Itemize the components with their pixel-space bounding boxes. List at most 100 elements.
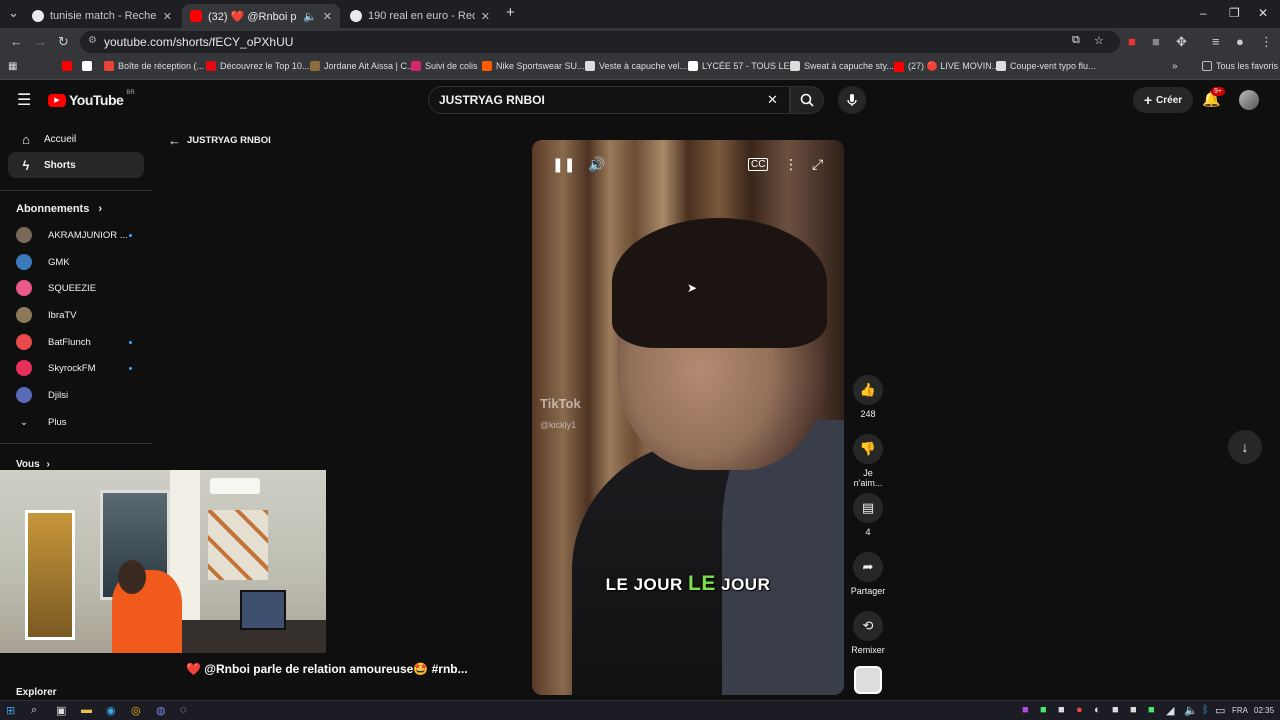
search-button[interactable]	[790, 86, 824, 114]
volume-icon[interactable]: 🔊	[588, 156, 605, 173]
remix-button[interactable]: ⟲ Remixer	[848, 611, 888, 655]
keyboard-icon[interactable]: ▭	[1215, 704, 1225, 717]
tray-icon[interactable]: ●	[1076, 704, 1083, 716]
tray-icon[interactable]: ■	[1040, 704, 1047, 716]
create-button[interactable]: + Créer	[1133, 87, 1193, 113]
more-bookmarks-icon[interactable]: »	[1172, 61, 1178, 72]
tab-1[interactable]: tunisie match - Recherche Goo ✕	[24, 4, 180, 28]
short-title[interactable]: ❤️ @Rnboi parle de relation amoureuse🤩 #…	[186, 662, 468, 676]
address-bar[interactable]: ⚙ youtube.com/shorts/fECY_oPXhUU ⧉ ☆	[80, 31, 1120, 53]
captions-icon[interactable]: CC	[748, 158, 769, 171]
bookmark[interactable]: Boîte de réception (...	[104, 61, 204, 71]
google-favicon-icon	[32, 10, 44, 22]
bookmark[interactable]: Sweat à capuche sty...	[790, 61, 894, 71]
tray-icon[interactable]: ■	[1112, 704, 1119, 716]
tab-search-icon[interactable]: ⌄	[8, 5, 19, 21]
back-to-results[interactable]: ← JUSTRYAG RNBOI	[168, 133, 271, 148]
voice-search-button[interactable]	[838, 86, 866, 114]
network-icon[interactable]: ◢	[1166, 704, 1174, 717]
shorts-video-player[interactable]: ❚❚ 🔊 CC ⋮ ⤢ TikTok @kickly1 LE JOUR LE J…	[532, 140, 844, 695]
chrome-icon[interactable]: ◎	[131, 704, 141, 717]
tab-3[interactable]: 190 real en euro - Recherche G ✕	[342, 4, 498, 28]
extension-icon[interactable]: ■	[1152, 34, 1160, 49]
tray-icon[interactable]: ■	[1022, 704, 1029, 716]
all-bookmarks-folder[interactable]: Tous les favoris	[1202, 61, 1278, 71]
tray-icon[interactable]: ■	[1130, 704, 1137, 716]
discord-icon[interactable]: ◍	[156, 704, 166, 717]
notifications-button[interactable]: 🔔 9+	[1202, 87, 1225, 108]
bookmark[interactable]: LYCÉE 57 - TOUS LE...	[688, 61, 797, 71]
sidebar-item-shorts[interactable]: ϟ Shorts	[8, 152, 144, 178]
edge-icon[interactable]: ◉	[106, 704, 116, 717]
more-options-icon[interactable]: ⋮	[784, 156, 798, 173]
subscription-item[interactable]: AKRAMJUNIOR ...	[16, 225, 136, 245]
comments-button[interactable]: ▤ 4	[848, 493, 888, 537]
bluetooth-icon[interactable]: ᛒ	[1202, 704, 1209, 716]
tray-icon[interactable]: ■	[1148, 704, 1155, 716]
bookmark[interactable]	[62, 61, 72, 71]
bookmark[interactable]: Veste à capuche vel...	[585, 61, 687, 71]
restore-icon[interactable]: ❐	[1229, 6, 1240, 20]
subscriptions-heading[interactable]: Abonnements ›	[16, 203, 102, 215]
forward-icon[interactable]: →	[34, 34, 47, 49]
subscription-item[interactable]: Djilsi	[16, 385, 136, 405]
like-button[interactable]: 👍 248	[848, 375, 888, 419]
profile-avatar[interactable]: ●	[1236, 34, 1244, 49]
bookmark[interactable]: (27) 🔴 LIVE MOVIN...	[894, 61, 999, 72]
tray-icon[interactable]: ◐	[1094, 704, 1101, 716]
channel-avatar[interactable]	[854, 666, 882, 694]
bookmark[interactable]: Coupe-vent typo flu...	[996, 61, 1096, 71]
close-window-icon[interactable]: ✕	[1258, 6, 1268, 20]
language-indicator[interactable]: FRA	[1232, 706, 1248, 715]
youtube-logo[interactable]: ▶ YouTube BR	[48, 90, 135, 108]
bookmark-star-icon[interactable]: ☆	[1094, 34, 1104, 47]
caption-highlight: LE	[688, 572, 716, 595]
bookmark[interactable]: Nike Sportswear SU...	[482, 61, 585, 71]
file-explorer-icon[interactable]: ▬	[81, 704, 92, 716]
close-tab-icon[interactable]: ✕	[163, 10, 172, 23]
extensions-puzzle-icon[interactable]: ✥	[1176, 34, 1187, 50]
bookmark[interactable]	[82, 61, 92, 71]
site-info-icon[interactable]: ⚙	[88, 35, 97, 46]
speaker-icon[interactable]: 🔈	[1184, 704, 1198, 717]
apps-icon[interactable]: ▦	[8, 61, 17, 72]
app-icon[interactable]: ◌	[180, 704, 187, 716]
tab-2[interactable]: (32) ❤️ @Rnboi parle de re 🔈 ✕	[182, 4, 340, 28]
dislike-button[interactable]: 👎 Je n'aim...	[848, 434, 888, 488]
back-icon[interactable]: ←	[10, 34, 23, 49]
sidebar-item-accueil[interactable]: ⌂ Accueil	[8, 126, 144, 152]
bookmark[interactable]: Suivi de colis	[411, 61, 478, 71]
new-tab-icon[interactable]: +	[506, 4, 515, 21]
search-input[interactable]: JUSTRYAG RNBOI ✕	[428, 86, 790, 114]
bookmark[interactable]: Découvrez le Top 10...	[206, 61, 309, 71]
sidebar-more[interactable]: ⌄ Plus	[16, 412, 136, 432]
share-button[interactable]: ➦ Partager	[848, 552, 888, 596]
search-icon[interactable]: ⌕	[31, 704, 37, 717]
speaker-icon[interactable]: 🔈	[303, 10, 317, 23]
tray-icon[interactable]: ■	[1058, 704, 1065, 716]
menu-icon[interactable]: ⋮	[1260, 34, 1273, 50]
hamburger-menu-icon[interactable]: ☰	[17, 90, 31, 110]
next-video-button[interactable]: ↓	[1228, 430, 1262, 464]
bookmark[interactable]: Jordane Ait Aissa | C...	[310, 61, 414, 71]
clock[interactable]: 02:35	[1254, 706, 1274, 715]
subscription-item[interactable]: SkyrockFM	[16, 358, 136, 378]
clear-search-icon[interactable]: ✕	[767, 92, 778, 108]
reload-icon[interactable]: ↻	[58, 34, 69, 50]
subscription-item[interactable]: IbraTV	[16, 305, 136, 325]
you-heading[interactable]: Vous ›	[16, 459, 50, 470]
account-avatar[interactable]	[1239, 90, 1259, 110]
fullscreen-icon[interactable]: ⤢	[812, 156, 823, 173]
media-icon[interactable]: ≡	[1212, 34, 1220, 49]
windows-start-icon[interactable]: ⊞	[6, 704, 15, 717]
install-icon[interactable]: ⧉	[1072, 34, 1080, 47]
close-tab-icon[interactable]: ✕	[481, 10, 490, 23]
subscription-item[interactable]: BatFlunch	[16, 332, 136, 352]
extension-icon[interactable]: ■	[1128, 34, 1136, 49]
minimize-icon[interactable]: –	[1200, 6, 1207, 20]
subscription-item[interactable]: GMK	[16, 252, 136, 272]
task-view-icon[interactable]: ▣	[56, 704, 66, 717]
pause-icon[interactable]: ❚❚	[552, 156, 575, 173]
close-tab-icon[interactable]: ✕	[323, 10, 332, 23]
subscription-item[interactable]: SQUEEZIE	[16, 278, 136, 298]
